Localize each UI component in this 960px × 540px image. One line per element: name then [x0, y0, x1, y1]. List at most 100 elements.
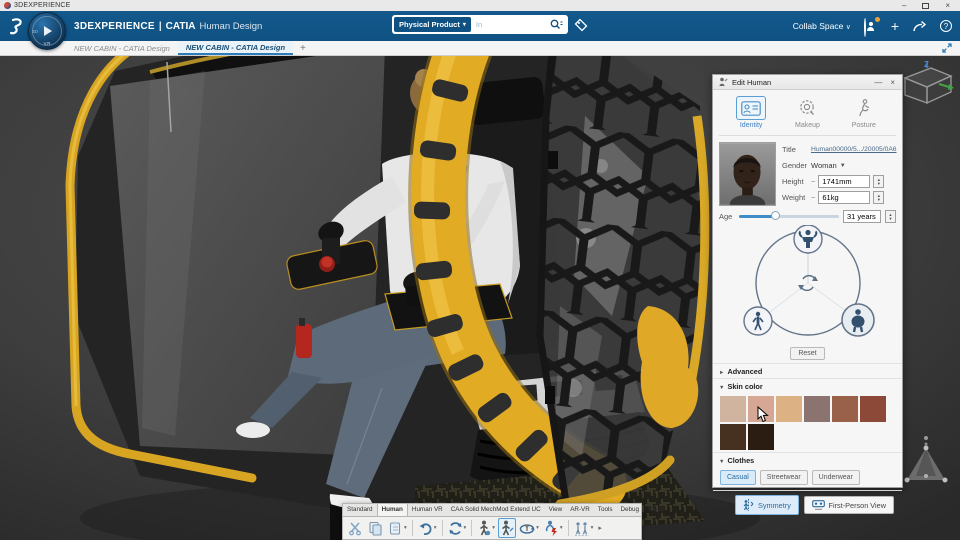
simulate-human-button[interactable]: ▾	[542, 518, 565, 538]
brand-app: CATIA	[165, 20, 196, 32]
clothes-section-toggle[interactable]: ▼ Clothes	[713, 452, 902, 467]
somatotype-heavy[interactable]	[840, 303, 875, 337]
skin-color-swatch-7[interactable]	[748, 424, 774, 450]
toolbar-tab-ar-vr[interactable]: AR-VR	[566, 504, 594, 516]
emergency-stop-button[interactable]	[321, 256, 333, 268]
compass-play-icon[interactable]	[44, 26, 52, 36]
first-person-view-button[interactable]: First-Person View	[803, 496, 894, 514]
age-slider-handle[interactable]	[771, 211, 780, 220]
clothes-option-underwear[interactable]: Underwear	[811, 470, 860, 485]
panel-tabs: Identity Makeup Posture	[713, 90, 902, 131]
toolbar-tab-standard[interactable]: Standard	[343, 504, 377, 516]
skin-color-swatch-3[interactable]	[804, 396, 830, 422]
skin-color-swatch-2[interactable]	[776, 396, 802, 422]
tab-posture[interactable]: Posture	[839, 96, 889, 129]
human-title-link[interactable]: Human00000/5.../20005/0A6	[811, 146, 897, 153]
document-tab-1[interactable]: NEW CABIN - CATIA Design	[177, 41, 294, 55]
skin-color-swatch-6[interactable]	[720, 424, 746, 450]
view-cube[interactable]: Z	[897, 58, 955, 110]
tab-identity[interactable]: Identity	[726, 96, 776, 129]
panel-minimize-button[interactable]: —	[872, 78, 884, 87]
create-human-button[interactable]: ▾	[475, 518, 497, 538]
somatotype-slim[interactable]	[742, 306, 773, 336]
edit-human-panel[interactable]: Edit Human — × Identity Makeup Posture T…	[712, 74, 903, 515]
document-tab-0[interactable]: NEW CABIN - CATIA Design	[66, 41, 178, 55]
fire-extinguisher	[296, 324, 312, 358]
toolbar-tab-tools[interactable]: Tools	[594, 504, 617, 516]
collab-space-dropdown[interactable]: Collab Space ∨	[793, 21, 851, 31]
3dexperience-compass[interactable]: 3D V.R	[28, 12, 66, 50]
weight-stepper[interactable]: ▲ ▼	[873, 191, 885, 204]
brand-text: 3DEXPERIENCE | CATIA Human Design	[74, 20, 263, 32]
first-person-view-icon	[811, 500, 825, 510]
window-close-button[interactable]: ×	[945, 1, 950, 10]
search-scope-dropdown[interactable]: Physical Product ▾	[394, 17, 471, 32]
undo-button[interactable]: ▾	[416, 519, 439, 538]
skin-color-swatch-0[interactable]	[720, 396, 746, 422]
title-field: Title Human00000/5.../20005/0A6	[782, 145, 897, 154]
manikin-pair-button[interactable]: ▾	[572, 519, 596, 538]
left-shoe	[236, 422, 270, 438]
tag-icon[interactable]	[574, 18, 588, 32]
expand-view-icon[interactable]	[942, 43, 952, 53]
somatotype-muscular[interactable]	[792, 225, 823, 254]
appbar: 3DEXPERIENCE | CATIA Human Design Physic…	[0, 11, 960, 41]
user-avatar-button[interactable]	[863, 17, 880, 37]
symmetry-button[interactable]: Symmetry	[735, 495, 799, 515]
new-tab-button[interactable]: +	[293, 41, 313, 55]
clothes-option-streetwear[interactable]: Streetwear	[759, 470, 808, 485]
advanced-section-toggle[interactable]: ► Advanced	[713, 363, 902, 378]
turntable-button[interactable]: ▾	[517, 519, 541, 538]
toolbar-tab-debug[interactable]: Debug	[617, 504, 644, 516]
age-slider[interactable]	[739, 211, 839, 220]
toolbar-overflow-button[interactable]: ▸	[598, 524, 602, 532]
chevron-down-icon[interactable]: ▾	[404, 525, 407, 531]
update-button[interactable]: ▾	[446, 519, 469, 538]
avatar-photo	[719, 142, 776, 206]
share-icon[interactable]	[912, 20, 927, 33]
action-bar-tabs: Standard Human Human VR CAA Solid MechMod E…	[342, 503, 664, 516]
posture-icon	[849, 96, 879, 120]
skin-color-swatch-5[interactable]	[860, 396, 886, 422]
chevron-down-icon[interactable]: ▼	[840, 163, 846, 169]
robot-axis-triad[interactable]	[903, 434, 949, 488]
gender-dropdown[interactable]: Woman	[811, 161, 837, 170]
age-input[interactable]	[843, 210, 881, 223]
toolbar-tab-human-vr[interactable]: Human VR	[408, 504, 447, 516]
toolbar-tab-caa-solid-mechmod-extend-uc[interactable]: CAA Solid MechMod Extend UC	[447, 504, 545, 516]
copy-button[interactable]	[366, 519, 385, 538]
search-bar[interactable]: Physical Product ▾	[392, 15, 568, 34]
add-content-button[interactable]: +	[891, 19, 899, 33]
notification-badge	[874, 17, 880, 22]
somatotype-reset-button[interactable]: Reset	[790, 347, 825, 360]
edit-human-button[interactable]	[498, 518, 517, 538]
help-button[interactable]: ?	[940, 20, 952, 32]
height-stepper[interactable]: ▲ ▼	[873, 175, 885, 188]
3d-viewport[interactable]: Z Edit Human — × Identity Makeup Posture…	[0, 56, 960, 540]
symmetry-icon	[743, 499, 754, 511]
age-stepper[interactable]: ▲ ▼	[885, 210, 896, 223]
cut-button[interactable]	[346, 519, 365, 538]
tab-makeup[interactable]: Makeup	[782, 96, 832, 129]
paste-button[interactable]: ▾	[386, 519, 409, 538]
panel-close-button[interactable]: ×	[888, 78, 897, 87]
chevron-down-icon: ∨	[845, 24, 851, 31]
scissors-icon	[349, 522, 361, 535]
paste-icon	[389, 521, 401, 535]
search-input[interactable]	[470, 20, 550, 29]
action-bar[interactable]: Standard Human Human VR CAA Solid MechMod E…	[342, 503, 664, 540]
somatotype-control[interactable]: Reset	[713, 223, 902, 360]
panel-header[interactable]: Edit Human — ×	[713, 75, 902, 90]
toolbar-tab-view[interactable]: View	[545, 504, 567, 516]
window-maximize-button[interactable]	[922, 2, 930, 9]
height-input[interactable]	[818, 175, 871, 188]
toolbar-tab-human[interactable]: Human	[376, 504, 408, 516]
toolbar-tab-touch[interactable]: Touch	[643, 504, 668, 516]
clothes-option-casual[interactable]: Casual	[720, 470, 756, 485]
skin-color-swatch-4[interactable]	[832, 396, 858, 422]
skin-color-section-toggle[interactable]: ▼ Skin color	[713, 378, 902, 393]
search-icon[interactable]	[550, 19, 563, 30]
user-icon	[863, 18, 866, 37]
weight-input[interactable]	[818, 191, 871, 204]
window-minimize-button[interactable]: –	[902, 1, 906, 10]
